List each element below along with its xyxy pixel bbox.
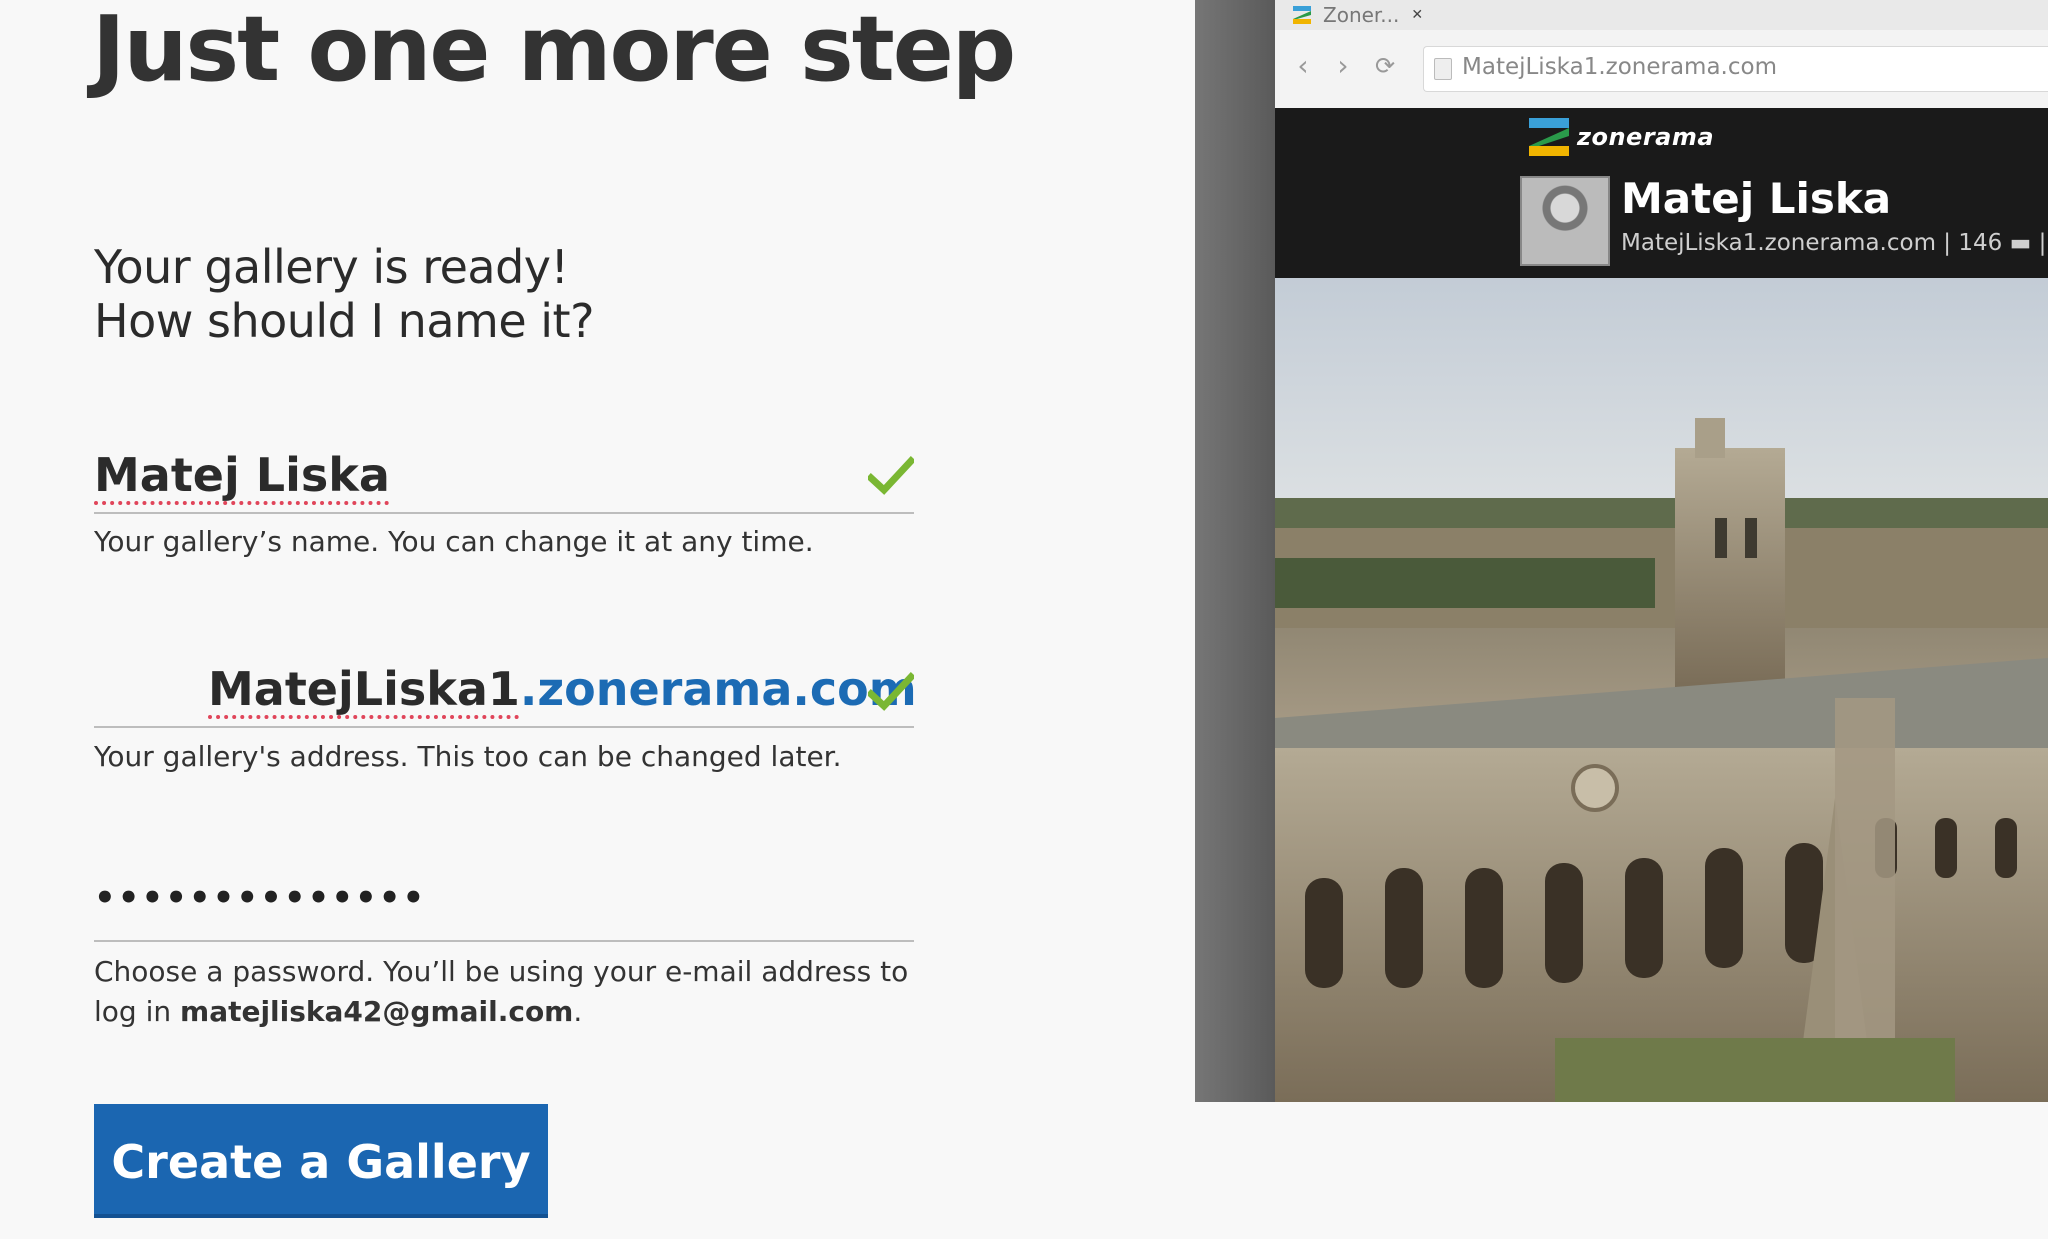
gallery-address-value[interactable]: MatejLiska1.zonerama.com (208, 656, 917, 722)
preview-address-bar: MatejLiska1.zonerama.com (1423, 46, 2048, 92)
tab-close-icon: ✕ (1411, 7, 1424, 23)
preview-tab: Zoner... ✕ (1293, 0, 1423, 30)
gallery-name-value[interactable]: Matej Liska (94, 442, 390, 508)
password-masked-value[interactable]: •••••••••••••• (94, 878, 426, 918)
address-domain-suffix: .zonerama.com (519, 662, 917, 716)
address-subdomain[interactable]: MatejLiska1 (208, 662, 520, 716)
page-subtitle: Your gallery is ready! How should I name… (94, 240, 595, 348)
preview-profile-meta: MatejLiska1.zonerama.com | 146 ▬ | (1621, 230, 2047, 256)
preview-tab-bar: Zoner... ✕ (1275, 0, 2048, 30)
gallery-preview-device: Zoner... ✕ ‹ › ⟳ MatejLiska1.zonerama.co… (1195, 0, 2048, 1102)
page-icon (1434, 58, 1452, 80)
page-title: Just one more step (92, 0, 1016, 102)
preview-browser-window: Zoner... ✕ ‹ › ⟳ MatejLiska1.zonerama.co… (1275, 0, 2048, 1102)
reload-icon: ⟳ (1374, 52, 1396, 80)
oxford-college-image (1275, 278, 2048, 1102)
create-gallery-button[interactable]: Create a Gallery (94, 1104, 548, 1218)
zonerama-favicon-icon (1293, 6, 1311, 24)
password-hint: Choose a password. You’ll be using your … (94, 952, 914, 1032)
preview-url: MatejLiska1.zonerama.com (1462, 54, 1777, 80)
gallery-address-hint: Your gallery's address. This too can be … (94, 740, 842, 773)
preview-site-header: zonerama Matej Liska MatejLiska1.zoneram… (1275, 108, 2048, 278)
gallery-address-field[interactable]: MatejLiska1.zonerama.com (94, 652, 917, 728)
subtitle-line-2: How should I name it? (94, 294, 595, 348)
preview-tab-title: Zoner... (1323, 3, 1400, 27)
name-valid-check-icon (868, 456, 914, 495)
zonerama-logo-icon (1529, 118, 1569, 156)
forward-arrow-icon: › (1337, 49, 1349, 82)
profile-avatar (1520, 176, 1610, 266)
login-email: matejliska42@gmail.com (180, 995, 574, 1028)
subtitle-line-1: Your gallery is ready! (94, 240, 569, 294)
zonerama-logo: zonerama (1529, 118, 1714, 156)
back-arrow-icon: ‹ (1297, 49, 1309, 82)
password-hint-suffix: . (573, 995, 583, 1028)
preview-cover-photo (1275, 278, 2048, 1102)
address-valid-check-icon (868, 672, 914, 711)
preview-profile-name: Matej Liska (1621, 174, 1892, 223)
password-field[interactable]: •••••••••••••• (94, 870, 914, 942)
preview-toolbar: ‹ › ⟳ MatejLiska1.zonerama.com (1275, 30, 2048, 109)
gallery-name-hint: Your gallery’s name. You can change it a… (94, 525, 814, 558)
device-frame (1195, 0, 1275, 1102)
gallery-name-field[interactable]: Matej Liska (94, 436, 914, 514)
zonerama-logo-text: zonerama (1577, 123, 1715, 151)
page-title-text: Just one more step (92, 0, 1016, 102)
